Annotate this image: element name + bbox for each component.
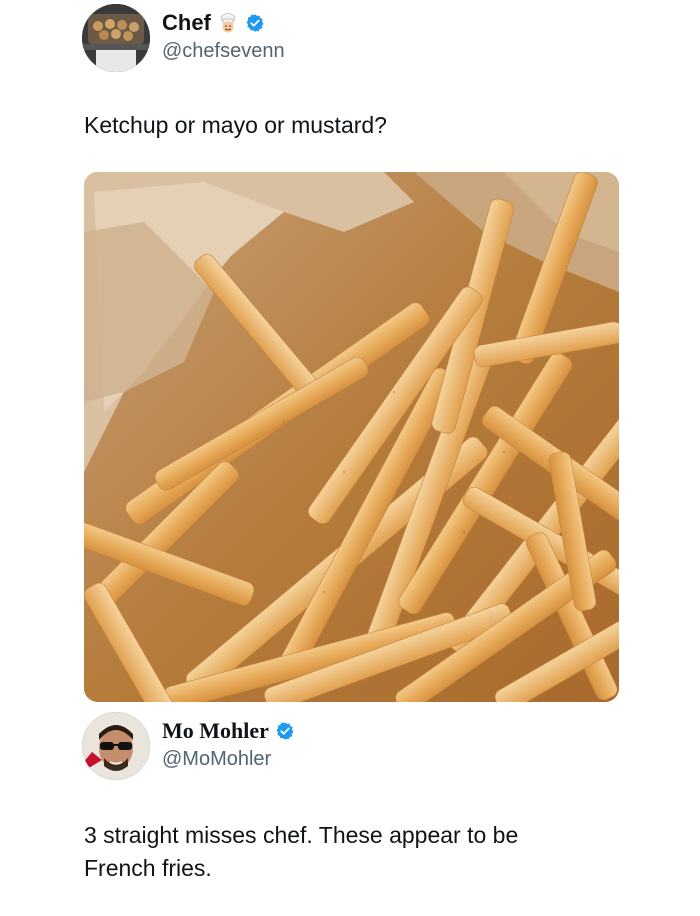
mo-reply-text: 3 straight misses chef. These appear to …: [84, 819, 624, 885]
fries-photo-image: [84, 172, 619, 702]
mo-display-name[interactable]: Mo Mohler: [162, 718, 295, 744]
mo-name-text: Mo Mohler: [162, 718, 269, 743]
chef-handle[interactable]: @chefsevenn: [162, 38, 285, 64]
chef-avatar[interactable]: [82, 4, 150, 72]
chef-tweet-text: Ketchup or mayo or mustard?: [84, 112, 387, 138]
mo-name-block: Mo Mohler @MoMohler: [162, 718, 295, 772]
reply-post-header: Mo Mohler @MoMohler: [82, 712, 602, 780]
mo-reply-line-1: 3 straight misses chef. These appear to …: [84, 822, 519, 848]
verified-badge-icon: [246, 14, 264, 32]
mo-avatar-image: [82, 712, 150, 780]
mo-reply-line-2: French fries.: [84, 855, 212, 881]
chef-emoji-icon: [220, 13, 236, 33]
verified-badge-icon: [276, 722, 294, 740]
chef-name-text: Chef: [162, 10, 211, 35]
fries-photo[interactable]: [84, 172, 619, 702]
mo-handle[interactable]: @MoMohler: [162, 746, 295, 772]
mo-avatar[interactable]: [82, 712, 150, 780]
chef-name-block: Chef @chefsevenn: [162, 10, 285, 64]
chef-avatar-image: [82, 4, 150, 72]
chef-display-name[interactable]: Chef: [162, 10, 265, 36]
chef-post-header: Chef @chefsevenn: [82, 4, 602, 72]
